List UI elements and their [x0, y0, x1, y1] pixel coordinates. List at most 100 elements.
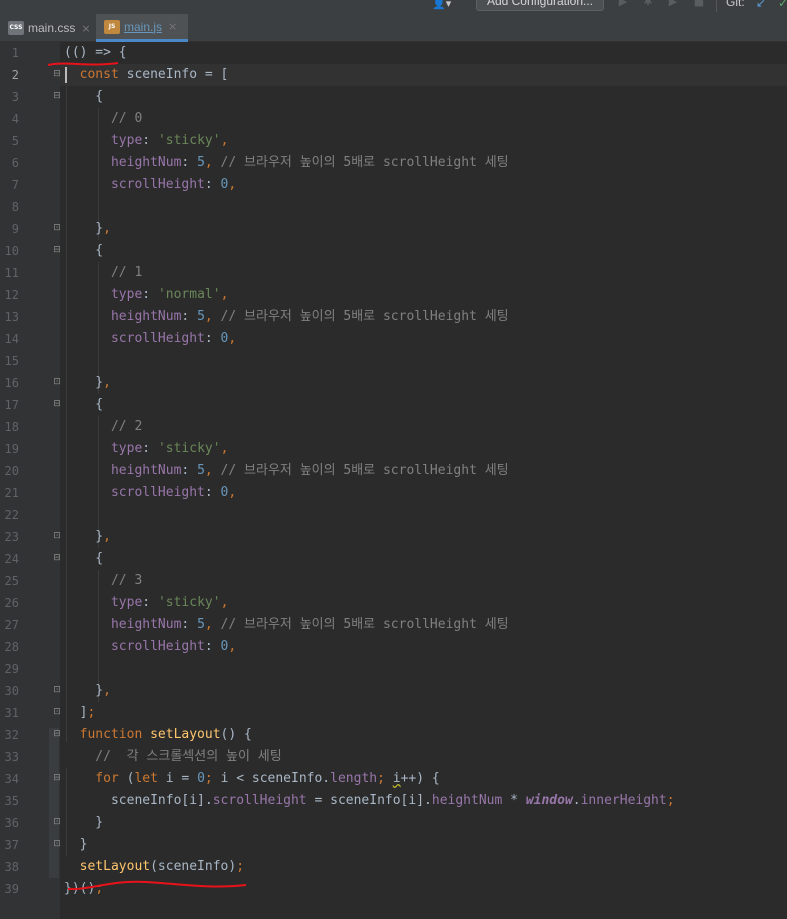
- fold-end-icon[interactable]: ⊡: [52, 531, 62, 542]
- code-line[interactable]: 25 // 3: [0, 570, 787, 592]
- fold-end-icon[interactable]: ⊡: [52, 817, 62, 828]
- code-line[interactable]: 7 scrollHeight: 0,: [0, 174, 787, 196]
- code-line[interactable]: 36 ⊡ }: [0, 812, 787, 834]
- code-line[interactable]: 1 (() => {: [0, 42, 787, 64]
- code-line[interactable]: 28 scrollHeight: 0,: [0, 636, 787, 658]
- debug-icon[interactable]: ✱: [642, 0, 654, 8]
- fold-end-icon[interactable]: ⊡: [52, 839, 62, 850]
- code-text[interactable]: (() => {: [64, 42, 127, 64]
- code-text[interactable]: },: [64, 218, 111, 240]
- code-line[interactable]: 33 // 각 스크롤섹션의 높이 세팅: [0, 746, 787, 768]
- code-text[interactable]: setLayout(sceneInfo);: [64, 856, 244, 878]
- code-line[interactable]: 34 ⊟ for (let i = 0; i < sceneInfo.length…: [0, 768, 787, 790]
- code-text[interactable]: // 각 스크롤섹션의 높이 세팅: [64, 746, 281, 768]
- code-text[interactable]: scrollHeight: 0,: [64, 482, 236, 504]
- code-line[interactable]: 4 // 0: [0, 108, 787, 130]
- code-text[interactable]: },: [64, 526, 111, 548]
- code-line[interactable]: 37 ⊡ }: [0, 834, 787, 856]
- code-line[interactable]: 38 setLayout(sceneInfo);: [0, 856, 787, 878]
- close-icon[interactable]: ×: [168, 20, 177, 33]
- code-line[interactable]: 11 // 1: [0, 262, 787, 284]
- fold-collapse-icon[interactable]: ⊟: [52, 91, 62, 102]
- tab-main-css[interactable]: CSS main.css ×: [0, 14, 96, 42]
- code-line[interactable]: 23 ⊡ },: [0, 526, 787, 548]
- fold-collapse-icon[interactable]: ⊟: [52, 729, 62, 740]
- code-text[interactable]: type: 'normal',: [64, 284, 228, 306]
- fold-collapse-icon[interactable]: ⊟: [52, 773, 62, 784]
- code-text[interactable]: scrollHeight: 0,: [64, 174, 236, 196]
- add-configuration-button[interactable]: Add Configuration...: [476, 0, 604, 11]
- code-text[interactable]: })();: [64, 878, 103, 900]
- code-line[interactable]: 29: [0, 658, 787, 680]
- code-text[interactable]: scrollHeight: 0,: [64, 328, 236, 350]
- stop-icon[interactable]: ■: [693, 0, 705, 8]
- code-text[interactable]: // 3: [64, 570, 142, 592]
- code-line[interactable]: 5 type: 'sticky',: [0, 130, 787, 152]
- code-line[interactable]: 8: [0, 196, 787, 218]
- coverage-icon[interactable]: ▶: [667, 0, 679, 8]
- code-line[interactable]: 31 ⊡ ];: [0, 702, 787, 724]
- code-line[interactable]: 15: [0, 350, 787, 372]
- code-line[interactable]: 10 ⊟ {: [0, 240, 787, 262]
- fold-end-icon[interactable]: ⊡: [52, 707, 62, 718]
- code-line[interactable]: 14 scrollHeight: 0,: [0, 328, 787, 350]
- code-text[interactable]: // 1: [64, 262, 142, 284]
- code-text[interactable]: function setLayout() {: [64, 724, 252, 746]
- code-line[interactable]: 2 ⊟ const sceneInfo = [: [0, 64, 787, 86]
- code-text[interactable]: },: [64, 372, 111, 394]
- code-line[interactable]: 20 heightNum: 5, // 브라우저 높이의 5배로 scrollH…: [0, 460, 787, 482]
- code-text[interactable]: {: [64, 240, 103, 262]
- code-line[interactable]: 13 heightNum: 5, // 브라우저 높이의 5배로 scrollH…: [0, 306, 787, 328]
- code-line[interactable]: 3 ⊟ {: [0, 86, 787, 108]
- code-line[interactable]: 21 scrollHeight: 0,: [0, 482, 787, 504]
- code-text[interactable]: {: [64, 394, 103, 416]
- fold-collapse-icon[interactable]: ⊟: [52, 69, 62, 80]
- vcs-commit-icon[interactable]: ✓: [778, 0, 787, 10]
- code-text[interactable]: heightNum: 5, // 브라우저 높이의 5배로 scrollHeig…: [64, 152, 509, 174]
- code-text[interactable]: sceneInfo[i].scrollHeight = sceneInfo[i]…: [64, 790, 675, 812]
- code-text[interactable]: ];: [64, 702, 96, 724]
- code-text[interactable]: type: 'sticky',: [64, 438, 228, 460]
- code-line[interactable]: 26 type: 'sticky',: [0, 592, 787, 614]
- code-line[interactable]: 19 type: 'sticky',: [0, 438, 787, 460]
- code-line[interactable]: 12 type: 'normal',: [0, 284, 787, 306]
- code-line[interactable]: 17 ⊟ {: [0, 394, 787, 416]
- fold-collapse-icon[interactable]: ⊟: [52, 399, 62, 410]
- fold-end-icon[interactable]: ⊡: [52, 223, 62, 234]
- fold-collapse-icon[interactable]: ⊟: [52, 245, 62, 256]
- code-text[interactable]: {: [64, 548, 103, 570]
- code-line[interactable]: 30 ⊡ },: [0, 680, 787, 702]
- code-text[interactable]: {: [64, 86, 103, 108]
- vcs-update-icon[interactable]: ↙: [756, 0, 766, 10]
- code-line[interactable]: 6 heightNum: 5, // 브라우저 높이의 5배로 scrollHe…: [0, 152, 787, 174]
- code-line[interactable]: 27 heightNum: 5, // 브라우저 높이의 5배로 scrollH…: [0, 614, 787, 636]
- code-line[interactable]: 32 ⊟ function setLayout() {: [0, 724, 787, 746]
- code-text[interactable]: },: [64, 680, 111, 702]
- close-icon[interactable]: ×: [81, 22, 90, 35]
- code-line[interactable]: 9 ⊡ },: [0, 218, 787, 240]
- code-text[interactable]: heightNum: 5, // 브라우저 높이의 5배로 scrollHeig…: [64, 306, 509, 328]
- run-icon[interactable]: ▶: [617, 0, 629, 8]
- user-account-icon[interactable]: 👤▾: [432, 0, 458, 10]
- code-text[interactable]: type: 'sticky',: [64, 130, 228, 152]
- code-line[interactable]: 35 sceneInfo[i].scrollHeight = sceneInfo…: [0, 790, 787, 812]
- code-line[interactable]: 22: [0, 504, 787, 526]
- code-text[interactable]: for (let i = 0; i < sceneInfo.length; i+…: [64, 768, 439, 790]
- code-line[interactable]: 39})();: [0, 878, 787, 900]
- code-text[interactable]: scrollHeight: 0,: [64, 636, 236, 658]
- code-line[interactable]: 24 ⊟ {: [0, 548, 787, 570]
- code-text[interactable]: heightNum: 5, // 브라우저 높이의 5배로 scrollHeig…: [64, 614, 509, 636]
- code-text[interactable]: type: 'sticky',: [64, 592, 228, 614]
- fold-end-icon[interactable]: ⊡: [52, 377, 62, 388]
- code-text[interactable]: const sceneInfo = [: [64, 64, 229, 86]
- fold-collapse-icon[interactable]: ⊟: [52, 553, 62, 564]
- code-text[interactable]: // 0: [64, 108, 142, 130]
- code-text[interactable]: heightNum: 5, // 브라우저 높이의 5배로 scrollHeig…: [64, 460, 509, 482]
- code-editor[interactable]: 1 (() => {2 ⊟ const sceneInfo = [3 ⊟ {4 // …: [0, 42, 787, 919]
- code-line[interactable]: 18 // 2: [0, 416, 787, 438]
- tab-main-js[interactable]: JS main.js ×: [96, 14, 188, 42]
- fold-end-icon[interactable]: ⊡: [52, 685, 62, 696]
- code-line[interactable]: 16 ⊡ },: [0, 372, 787, 394]
- code-text[interactable]: // 2: [64, 416, 142, 438]
- code-text[interactable]: }: [64, 812, 103, 834]
